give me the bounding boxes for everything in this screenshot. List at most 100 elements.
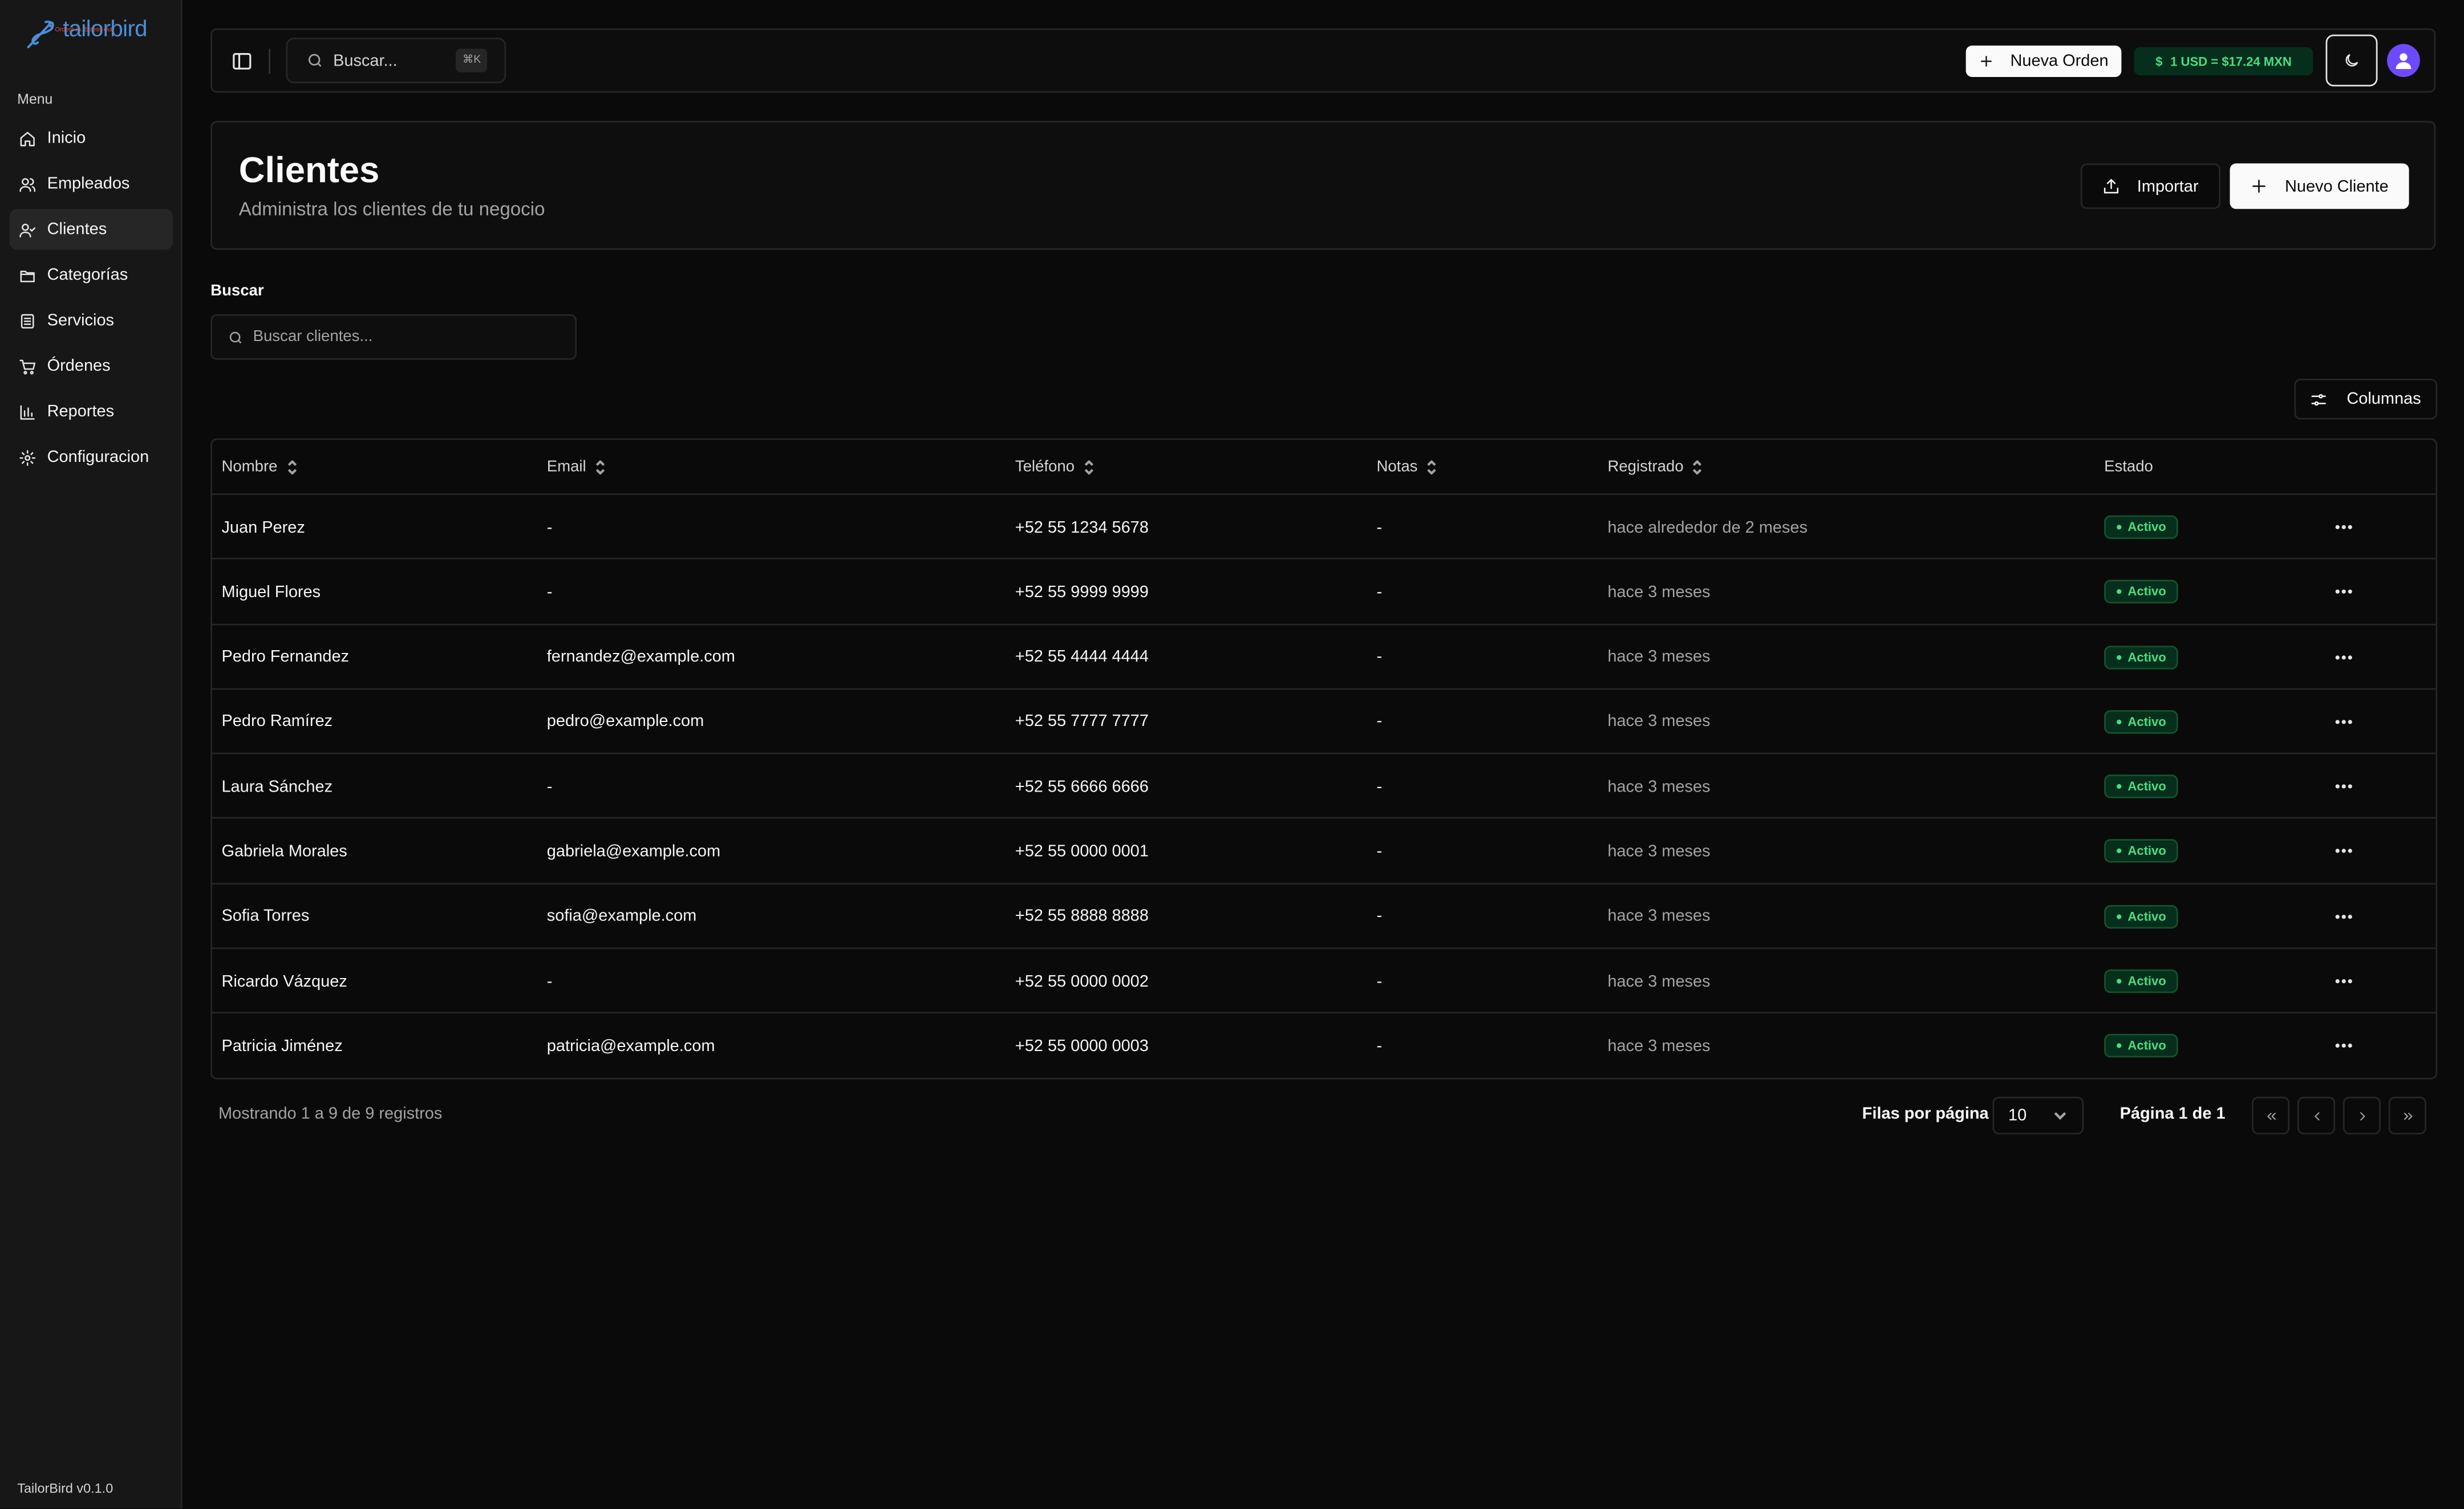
column-header-telefono[interactable]: Teléfono: [1015, 440, 1095, 494]
exchange-rate-text: 1 USD = $17.24 MXN: [2170, 54, 2292, 68]
sidebar-item-configuracion[interactable]: Configuracion: [10, 437, 173, 478]
cell-actions: [2331, 754, 2356, 819]
sidebar-item-servicios[interactable]: Servicios: [10, 300, 173, 341]
table-body: Juan Perez - +52 55 1234 5678 - hace alreded…: [212, 495, 2436, 1078]
sort-icon: [595, 460, 605, 475]
bar-chart-icon: [20, 404, 35, 419]
global-search-button[interactable]: Buscar... ⌘K: [286, 38, 506, 84]
row-actions-button[interactable]: [2331, 514, 2356, 539]
row-actions-button[interactable]: [2331, 969, 2356, 994]
logo[interactable]: tailorbird: [23, 17, 147, 52]
column-label: Nombre: [221, 459, 278, 476]
status-label: Activo: [2127, 844, 2166, 859]
cell-status: Activo: [2104, 885, 2179, 949]
table-row[interactable]: Pedro Fernandez fernandez@example.com +52 …: [212, 624, 2436, 690]
cell-notes: -: [1376, 777, 1383, 796]
new-client-button[interactable]: Nuevo Cliente: [2230, 163, 2409, 209]
cell-email: -: [546, 517, 553, 537]
plus-icon: [2252, 180, 2266, 193]
sidebar-item-reportes[interactable]: Reportes: [10, 391, 173, 432]
cell-name: Gabriela Morales: [221, 842, 347, 861]
upload-icon: [2104, 179, 2118, 194]
column-header-registrado[interactable]: Registrado: [1607, 440, 1704, 494]
table-row[interactable]: Juan Perez - +52 55 1234 5678 - hace alreded…: [212, 495, 2436, 560]
last-page-button[interactable]: [2388, 1097, 2426, 1135]
main-content: Buscar... ⌘K Nueva Orden $ 1 USD = $17.2…: [183, 0, 2464, 1508]
needle-bird-icon: [27, 21, 54, 48]
status-badge: Activo: [2104, 774, 2179, 799]
column-header-email[interactable]: Email: [547, 440, 607, 494]
cell-status: Activo: [2104, 820, 2179, 884]
row-actions-button[interactable]: [2331, 839, 2356, 864]
row-actions-button[interactable]: [2331, 1034, 2356, 1059]
next-page-button[interactable]: [2343, 1097, 2381, 1135]
import-button[interactable]: Importar: [2080, 163, 2220, 209]
row-actions-button[interactable]: [2331, 644, 2356, 670]
cell-email: gabriela@example.com: [546, 842, 721, 861]
client-search-input[interactable]: [253, 328, 568, 346]
status-label: Activo: [2127, 780, 2166, 794]
cell-phone: +52 55 7777 7777: [1015, 712, 1149, 732]
cell-registered: hace 3 meses: [1607, 842, 1711, 861]
more-horizontal-icon: [2335, 720, 2352, 724]
sidebar-item-inicio[interactable]: Inicio: [10, 118, 173, 159]
sidebar-toggle-button[interactable]: [231, 50, 253, 72]
status-badge: Activo: [2104, 645, 2179, 669]
new-order-button[interactable]: Nueva Orden: [1965, 45, 2122, 77]
cell-status: Activo: [2104, 689, 2179, 754]
table-row[interactable]: Pedro Ramírez pedro@example.com +52 55 777…: [212, 689, 2436, 754]
app-version: TailorBird v0.1.0: [17, 1480, 114, 1496]
table-row[interactable]: Laura Sánchez - +52 55 6666 6666 - hace 3 me…: [212, 754, 2436, 820]
folder-icon: [20, 270, 35, 282]
table-row[interactable]: Patricia Jiménez patricia@example.com +52 …: [212, 1014, 2435, 1078]
cell-notes: -: [1376, 972, 1383, 991]
sidebar-item-label: Configuracion: [47, 448, 149, 467]
table-row[interactable]: Ricardo Vázquez - +52 55 0000 0002 - hace 3 …: [212, 949, 2436, 1015]
status-badge: Activo: [2104, 515, 2179, 539]
row-actions-button[interactable]: [2331, 579, 2356, 605]
sidebar-item-clientes[interactable]: Clientes: [9, 209, 173, 250]
table-row[interactable]: Gabriela Morales gabriela@example.com +52 …: [212, 820, 2436, 885]
cell-notes: -: [1376, 907, 1383, 926]
rows-per-page-select[interactable]: 10: [1992, 1097, 2084, 1135]
new-order-label: Nueva Orden: [2010, 51, 2109, 71]
status-dot-icon: [2117, 849, 2122, 854]
row-actions-button[interactable]: [2331, 904, 2356, 929]
sidebar-item-ordenes[interactable]: Órdenes: [10, 346, 173, 387]
first-page-button[interactable]: [2252, 1097, 2290, 1135]
dollar-icon: $: [2155, 54, 2163, 68]
user-icon: [2396, 53, 2412, 69]
gear-icon: [19, 449, 36, 465]
cell-registered: hace 3 meses: [1607, 647, 1711, 667]
user-avatar[interactable]: [2386, 44, 2420, 77]
cell-email: fernandez@example.com: [546, 647, 735, 667]
cell-email: pedro@example.com: [546, 712, 704, 732]
cell-phone: +52 55 0000 0002: [1015, 972, 1149, 991]
cell-actions: [2331, 820, 2356, 884]
column-header-nombre[interactable]: Nombre: [221, 440, 298, 494]
cell-actions: [2331, 560, 2356, 624]
client-search-field[interactable]: [210, 314, 577, 360]
cell-status: Activo: [2104, 560, 2179, 624]
previous-page-button[interactable]: [2297, 1097, 2336, 1135]
row-actions-button[interactable]: [2331, 709, 2356, 735]
cell-name: Miguel Flores: [221, 582, 321, 602]
column-header-notas[interactable]: Notas: [1376, 440, 1438, 494]
status-label: Activo: [2127, 909, 2166, 924]
table-row[interactable]: Miguel Flores - +52 55 9999 9999 - hace 3 me…: [212, 560, 2436, 625]
sidebar-item-categorias[interactable]: Categorías: [10, 254, 173, 295]
cell-registered: hace 3 meses: [1607, 712, 1711, 732]
theme-toggle-button[interactable]: [2325, 34, 2378, 87]
row-actions-button[interactable]: [2331, 774, 2356, 799]
cell-email: -: [546, 777, 553, 796]
cell-actions: [2331, 949, 2356, 1013]
column-label: Notas: [1376, 459, 1418, 476]
columns-button[interactable]: Columnas: [2294, 378, 2438, 420]
menu-label: Menu: [17, 91, 53, 107]
sidebar-item-empleados[interactable]: Empleados: [10, 164, 173, 205]
cell-status: Activo: [2104, 624, 2179, 689]
column-label: Email: [546, 459, 586, 476]
table-row[interactable]: Sofia Torres sofia@example.com +52 55 8888…: [212, 885, 2436, 950]
cell-name: Pedro Ramírez: [221, 712, 333, 732]
search-shortcut: ⌘K: [456, 48, 488, 72]
